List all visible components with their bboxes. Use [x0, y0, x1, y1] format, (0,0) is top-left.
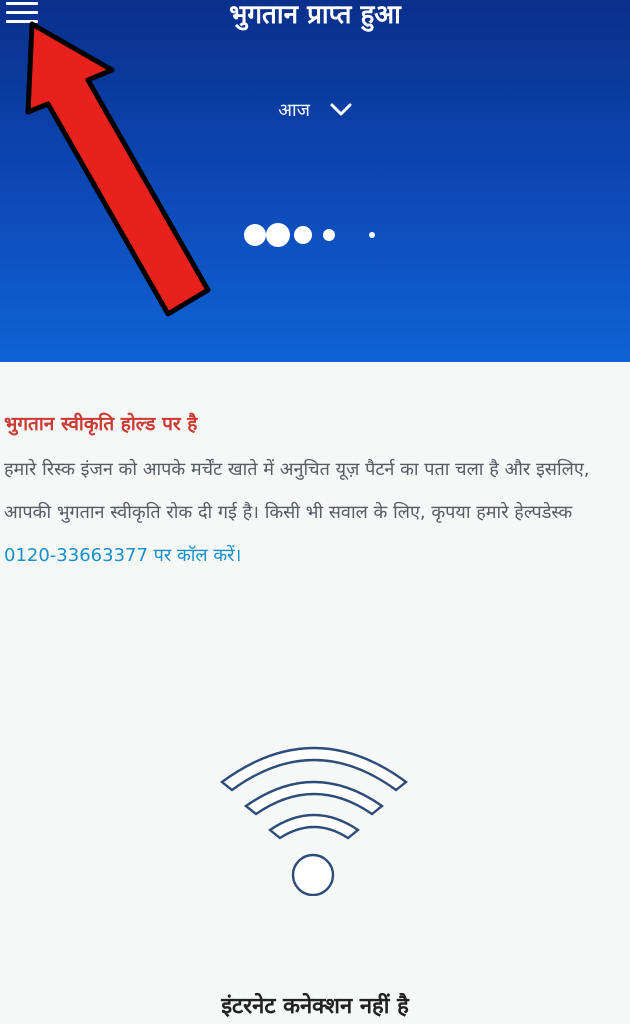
hold-notice-title: भुगतान स्वीकृति होल्ड पर है [4, 413, 198, 435]
no-internet-message: इंटरनेट कनेक्शन नहीं है [221, 994, 409, 1019]
main-content: भुगतान स्वीकृति होल्ड पर है हमारे रिस्क … [0, 362, 630, 1024]
loading-dot [294, 226, 312, 244]
app-screen: भुगतान प्राप्त हुआ आज भुगतान स्वीकृति हो… [0, 0, 630, 1024]
date-filter-label: आज [278, 100, 311, 121]
loading-dot [266, 223, 290, 247]
loading-dot [244, 224, 266, 246]
hold-notice-body: हमारे रिस्क इंजन को आपके मर्चेंट खाते मे… [4, 448, 609, 577]
chevron-down-icon [330, 101, 352, 122]
wifi-icon [220, 746, 408, 896]
red-arrow-icon [25, 21, 211, 317]
hold-notice-text: हमारे रिस्क इंजन को आपके मर्चेंट खाते मे… [4, 459, 590, 523]
helpdesk-phone-link[interactable]: 0120-33663377 पर कॉल करें। [4, 545, 241, 566]
loading-dot [323, 229, 335, 241]
loading-dot [369, 232, 375, 238]
